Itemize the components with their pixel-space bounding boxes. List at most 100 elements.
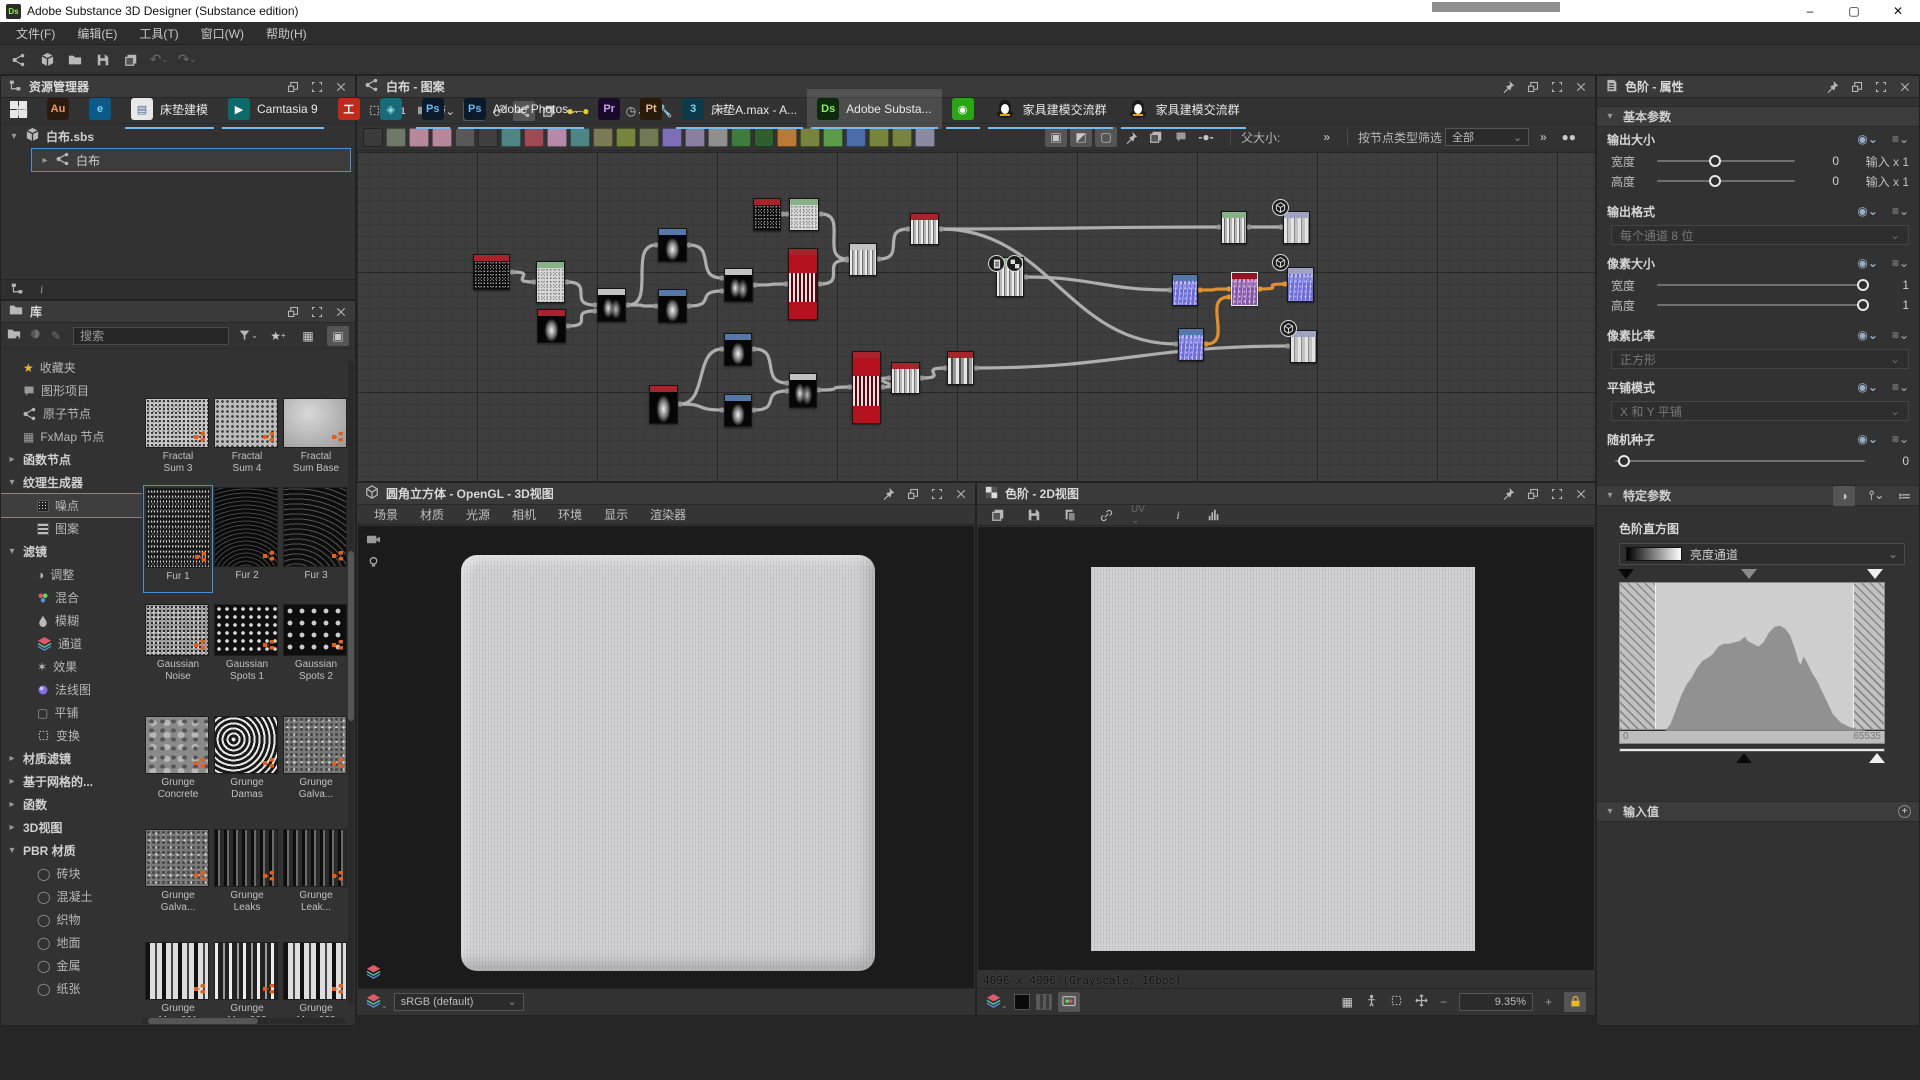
colorspace-select[interactable]: sRGB (default) ⌄ [394,993,524,1011]
sidebar-item-砖块[interactable]: ◯砖块 [1,862,142,885]
graph-node-9[interactable] [788,248,818,320]
inherit-icon[interactable]: ◉⌄ [1857,380,1878,394]
taskbar-camtasia[interactable]: ▶Camtasia 9 [218,89,328,129]
graph-node-20[interactable] [1221,211,1247,244]
save-icon[interactable] [92,50,114,70]
section-basic-params[interactable]: ▾基本参数 [1597,106,1919,127]
float-icon[interactable] [907,488,919,500]
pixel-width-slider[interactable] [1657,284,1865,286]
taskbar-red-app[interactable]: 工 [328,89,370,129]
library-item[interactable]: GrungeLeaks [212,827,282,925]
sidebar-item-原子节点[interactable]: 原子节点 [1,402,142,425]
inherit-icon[interactable]: ◉⌄ [1857,132,1878,146]
library-item[interactable]: GaussianSpots 2 [281,602,347,694]
node-create-button-15[interactable] [708,128,728,147]
background-swatch[interactable] [1014,994,1030,1010]
graph-node-0[interactable] [473,254,510,290]
maximize-icon[interactable] [1551,488,1563,500]
link-pair-icon[interactable]: ●● [1558,127,1580,147]
output-black-marker[interactable] [1736,753,1752,763]
close-icon[interactable] [955,488,967,500]
filter-select[interactable]: 全部⌄ [1445,128,1529,146]
sidebar-item-变换[interactable]: 变换 [1,724,142,747]
sidebar-item-调整[interactable]: ◑调整 [1,563,142,586]
view3d-viewport[interactable] [358,526,974,988]
library-item[interactable]: GrungeGalva... [281,714,347,812]
tiling-swatch[interactable] [1036,994,1052,1010]
library-item[interactable]: GaussianNoise [143,602,213,694]
comment-icon[interactable] [1170,127,1192,147]
sidebar-item-PBR 材质[interactable]: ▾PBR 材质 [1,839,142,862]
fit-frame-icon[interactable] [1390,994,1403,1010]
graph-node-7[interactable] [753,198,781,231]
options-icon[interactable]: ≡⌄ [1892,132,1909,146]
node-create-button-3[interactable] [432,128,452,147]
inherit-icon[interactable]: ◉⌄ [1857,432,1878,446]
graph-node-23[interactable] [1231,272,1258,306]
chevrons-more-2[interactable]: » [1540,130,1547,144]
camera-icon[interactable] [366,532,381,550]
undo-icon[interactable]: ↶⌄ [148,50,170,70]
library-item[interactable]: Fur 1 [143,485,213,593]
node-create-button-6[interactable] [501,128,521,147]
output-height-slider[interactable] [1657,180,1795,182]
taskbar-teal-app[interactable]: ◈ [370,89,412,129]
sidebar-item-函数节点[interactable]: ▸函数节点 [1,448,142,471]
options-icon[interactable]: ≡⌄ [1892,432,1909,446]
toggle-a-icon[interactable]: ▣ [1045,127,1067,147]
menu-item-4[interactable]: 帮助(H) [256,22,317,45]
levels-histogram[interactable]: 065535 [1619,569,1905,775]
graph-node-11[interactable] [910,213,939,245]
pin-icon[interactable] [882,487,895,500]
library-item[interactable]: Fur 2 [212,485,282,593]
library-item[interactable]: FractalSum 4 [212,396,282,486]
paste-icon[interactable] [1059,505,1081,525]
float-icon[interactable] [1851,81,1863,93]
view3d-menu-0[interactable]: 场景 [365,504,407,525]
grid-icon[interactable]: ▦ [1342,995,1353,1009]
sidebar-item-法线图[interactable]: 法线图 [1,678,142,701]
maximize-icon[interactable] [311,306,323,318]
checker-badge[interactable] [1006,255,1023,272]
float-icon[interactable] [287,306,299,318]
sidebar-item-FxMap 节点[interactable]: ▦FxMap 节点 [1,425,142,448]
graph-node-25[interactable] [1178,328,1204,361]
pixel-height-slider[interactable] [1657,304,1865,306]
library-search-input[interactable]: 搜索 [73,327,229,345]
node-create-button-8[interactable] [547,128,567,147]
save-all-icon[interactable] [120,50,142,70]
chevron-right-icon[interactable]: ▸ [40,155,50,166]
view3d-menu-2[interactable]: 光源 [457,504,499,525]
menu-item-3[interactable]: 窗口(W) [191,22,254,45]
node-create-button-20[interactable] [823,128,843,147]
minimize-button[interactable]: – [1788,0,1832,22]
sidebar-item-织物[interactable]: ◯织物 [1,908,142,931]
options-icon[interactable]: ≡⌄ [1892,380,1909,394]
node-create-button-14[interactable] [685,128,705,147]
redo-icon[interactable]: ↷⌄ [176,50,198,70]
close-icon[interactable] [1899,81,1911,93]
input-black-marker[interactable] [1618,569,1634,579]
graph-node-12[interactable] [649,385,678,424]
new-filter-icon[interactable] [29,327,43,344]
taskbar-wechat[interactable]: ◉ [942,89,984,129]
library-item[interactable]: GrungeMap 003 [281,940,347,1017]
graph-node-18[interactable] [947,351,974,385]
lock-icon[interactable] [1564,992,1586,1012]
zoom-out-button[interactable]: − [1440,995,1447,1009]
options-icon[interactable]: ≡⌄ [1892,256,1909,270]
taskbar-premiere[interactable]: Pr [588,89,630,129]
toggle-b-icon[interactable]: ◩ [1070,127,1092,147]
start-button[interactable] [0,89,37,129]
copy-image-icon[interactable] [987,505,1009,525]
node-create-button-9[interactable] [570,128,590,147]
node-create-button-7[interactable] [524,128,544,147]
maximize-icon[interactable] [931,488,943,500]
sidebar-item-金属[interactable]: ◯金属 [1,954,142,977]
histogram-icon[interactable]: ⫯⌄ [1869,488,1884,503]
maximize-button[interactable]: ▢ [1832,0,1876,22]
width-input-mode[interactable]: 输入 x 1 [1839,153,1909,170]
display-mode-icon[interactable]: ▣ [327,326,349,346]
node-create-button-11[interactable] [616,128,636,147]
graph-canvas[interactable] [357,152,1595,481]
